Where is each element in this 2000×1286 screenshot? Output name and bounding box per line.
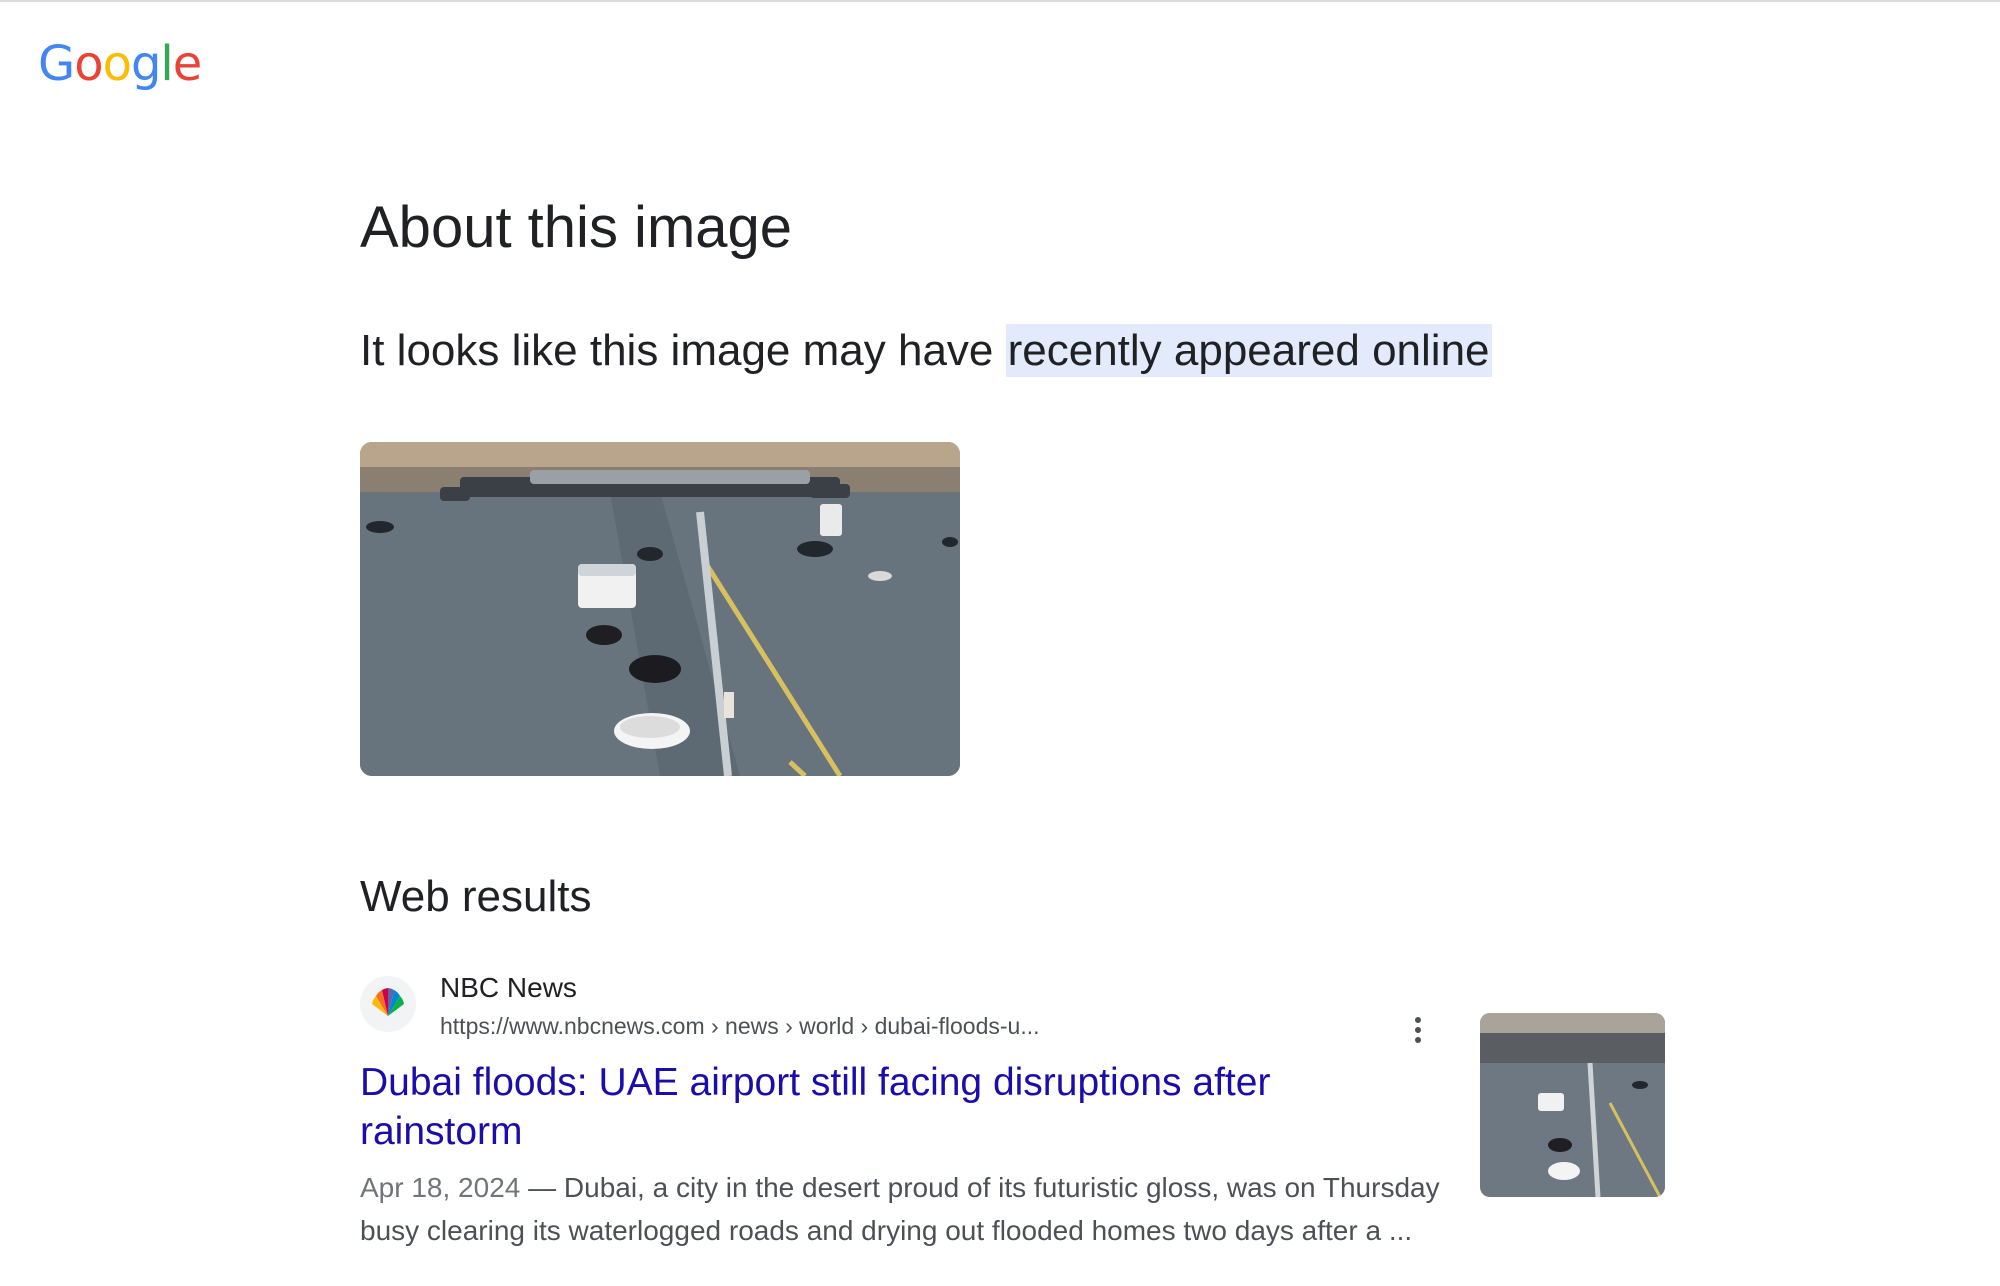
- status-highlight[interactable]: recently appeared online: [1005, 324, 1492, 377]
- searched-image[interactable]: [360, 442, 960, 776]
- logo-letter: l: [160, 36, 173, 92]
- logo-letter: e: [172, 36, 203, 92]
- flooded-road-image: [360, 442, 960, 776]
- status-prefix: It looks like this image may have: [360, 326, 1006, 375]
- result-date: Apr 18, 2024: [360, 1172, 521, 1203]
- result-snippet: Apr 18, 2024 — Dubai, a city in the dese…: [360, 1166, 1450, 1252]
- image-status-text: It looks like this image may have recent…: [360, 320, 1492, 382]
- site-url[interactable]: https://www.nbcnews.com › news › world ›…: [440, 1010, 1040, 1042]
- web-results-heading: Web results: [360, 872, 592, 921]
- result-thumbnail[interactable]: [1480, 1013, 1665, 1197]
- site-name[interactable]: NBC News: [440, 970, 577, 1006]
- more-vert-icon[interactable]: [1400, 1012, 1436, 1048]
- top-divider: [0, 0, 2000, 2]
- logo-letter: o: [102, 36, 132, 92]
- search-result: NBC News https://www.nbcnews.com › news …: [360, 970, 1665, 1270]
- page-title: About this image: [360, 195, 793, 260]
- snippet-text: — Dubai, a city in the desert proud of i…: [360, 1172, 1440, 1246]
- google-logo[interactable]: Google: [38, 34, 203, 94]
- result-title-link[interactable]: Dubai floods: UAE airport still facing d…: [360, 1058, 1380, 1156]
- logo-letter: G: [38, 36, 75, 92]
- logo-letter: g: [130, 36, 161, 92]
- logo-letter: o: [74, 36, 103, 92]
- nbc-peacock-icon[interactable]: [360, 976, 416, 1032]
